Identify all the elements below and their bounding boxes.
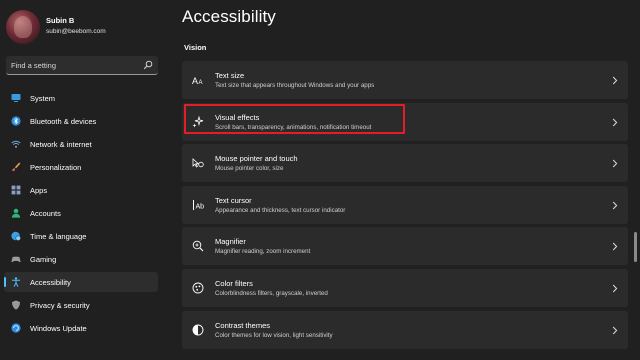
text-size-icon: A A bbox=[192, 76, 203, 86]
sidebar-item-label: Accessibility bbox=[30, 278, 71, 287]
sidebar-item-accessibility[interactable]: Accessibility bbox=[4, 272, 158, 292]
sidebar-item-label: Network & internet bbox=[30, 140, 92, 149]
card-title: Visual effects bbox=[215, 112, 260, 122]
monitor-icon bbox=[11, 94, 21, 102]
sidebar-item-label: Windows Update bbox=[30, 324, 87, 333]
sidebar-item-label: Accounts bbox=[30, 209, 61, 218]
chevron-right-icon bbox=[612, 326, 618, 334]
controller-icon bbox=[11, 256, 21, 263]
contrast-icon bbox=[192, 324, 204, 336]
sidebar-item-windows-update[interactable]: Windows Update bbox=[4, 318, 158, 338]
sidebar-item-accounts[interactable]: Accounts bbox=[4, 203, 158, 223]
card-title: Mouse pointer and touch bbox=[215, 154, 298, 164]
card-title: Magnifier bbox=[215, 237, 246, 247]
card-title: Color filters bbox=[215, 278, 253, 288]
color-filter-icon bbox=[192, 282, 204, 294]
sparkle-icon bbox=[192, 115, 204, 128]
card-subtitle: Mouse pointer color, size bbox=[215, 165, 284, 173]
chevron-right-icon bbox=[612, 118, 618, 126]
apps-icon bbox=[11, 185, 21, 195]
sidebar-item-label: System bbox=[30, 94, 56, 103]
pointer-touch-icon bbox=[192, 158, 204, 168]
chevron-right-icon bbox=[612, 201, 618, 210]
sidebar-item-gaming[interactable]: Gaming bbox=[4, 249, 158, 269]
globe-clock-icon bbox=[11, 231, 21, 241]
card-subtitle: Magnifier reading, zoom increment bbox=[215, 248, 311, 256]
sidebar-item-network[interactable]: Network & internet bbox=[4, 134, 158, 154]
settings-list: A A Text size Text size that appears thr… bbox=[182, 61, 628, 352]
sidebar-item-label: Time & language bbox=[30, 232, 87, 241]
card-title: Text size bbox=[215, 71, 245, 80]
sidebar-item-privacy[interactable]: Privacy & security bbox=[4, 295, 158, 315]
card-contrast-themes[interactable]: Contrast themes Color themes for low vis… bbox=[182, 310, 628, 349]
text-cursor-icon: Ab bbox=[193, 199, 205, 210]
page-title: Accessibility bbox=[182, 7, 276, 26]
svg-text:A: A bbox=[199, 80, 203, 86]
brush-icon bbox=[12, 162, 21, 171]
chevron-right-icon bbox=[612, 159, 618, 168]
person-icon bbox=[11, 208, 21, 218]
wifi-icon bbox=[11, 140, 21, 148]
card-subtitle: Text size that appears throughout Window… bbox=[215, 82, 375, 89]
svg-text:Ab: Ab bbox=[196, 203, 205, 210]
card-subtitle: Colorblindness filters, grayscale, inver… bbox=[215, 289, 328, 297]
card-subtitle: Appearance and thickness, text cursor in… bbox=[215, 206, 346, 214]
user-profile[interactable]: Subin B subin@beebom.com bbox=[6, 10, 166, 44]
card-title: Contrast themes bbox=[215, 320, 271, 330]
card-mouse-pointer[interactable]: Mouse pointer and touch Mouse pointer co… bbox=[182, 144, 628, 183]
profile-name: Subin B bbox=[46, 16, 75, 25]
search-placeholder: Find a setting bbox=[11, 61, 57, 70]
search-icon[interactable] bbox=[143, 60, 153, 70]
card-title: Text cursor bbox=[215, 195, 252, 205]
chevron-right-icon bbox=[612, 243, 618, 251]
bluetooth-icon bbox=[11, 116, 21, 126]
chevron-right-icon bbox=[612, 284, 618, 293]
scrollbar[interactable] bbox=[634, 232, 637, 262]
profile-email: subin@beebom.com bbox=[46, 28, 106, 35]
card-subtitle: Color themes for low vision, light sensi… bbox=[215, 331, 333, 339]
accessibility-icon bbox=[12, 277, 20, 287]
update-icon bbox=[11, 323, 21, 333]
sidebar-item-apps[interactable]: Apps bbox=[4, 180, 158, 200]
sidebar-item-label: Bluetooth & devices bbox=[30, 117, 97, 126]
main-content: Accessibility Vision A A Text size Text … bbox=[182, 0, 628, 360]
card-text-size[interactable]: A A Text size Text size that appears thr… bbox=[182, 61, 628, 99]
card-text-cursor[interactable]: Ab Text cursor Appearance and thickness,… bbox=[182, 185, 628, 224]
shield-icon bbox=[12, 300, 20, 310]
card-subtitle: Scroll bars, transparency, animations, n… bbox=[215, 123, 372, 131]
sidebar-item-label: Privacy & security bbox=[30, 301, 90, 310]
sidebar-item-label: Gaming bbox=[30, 255, 57, 264]
chevron-right-icon bbox=[612, 76, 618, 85]
sidebar-item-bluetooth[interactable]: Bluetooth & devices bbox=[4, 111, 158, 131]
sidebar-item-label: Personalization bbox=[30, 163, 82, 172]
card-color-filters[interactable]: Color filters Colorblindness filters, gr… bbox=[182, 268, 628, 307]
sidebar-item-system[interactable]: System bbox=[4, 88, 158, 108]
magnifier-icon bbox=[192, 241, 204, 252]
section-heading: Vision bbox=[184, 43, 207, 52]
sidebar-item-personalization[interactable]: Personalization bbox=[4, 157, 158, 177]
sidebar-nav: System Bluetooth & devices Network & int… bbox=[4, 88, 158, 341]
card-visual-effects[interactable]: Visual effects Scroll bars, transparency… bbox=[182, 102, 628, 141]
sidebar: Subin B subin@beebom.com Find a setting … bbox=[0, 0, 166, 360]
sidebar-item-label: Apps bbox=[30, 186, 48, 195]
avatar[interactable] bbox=[6, 10, 40, 44]
sidebar-item-time-language[interactable]: Time & language bbox=[4, 226, 158, 246]
card-magnifier[interactable]: Magnifier Magnifier reading, zoom increm… bbox=[182, 227, 628, 266]
search-input[interactable]: Find a setting bbox=[6, 56, 158, 75]
svg-text:A: A bbox=[192, 76, 198, 86]
